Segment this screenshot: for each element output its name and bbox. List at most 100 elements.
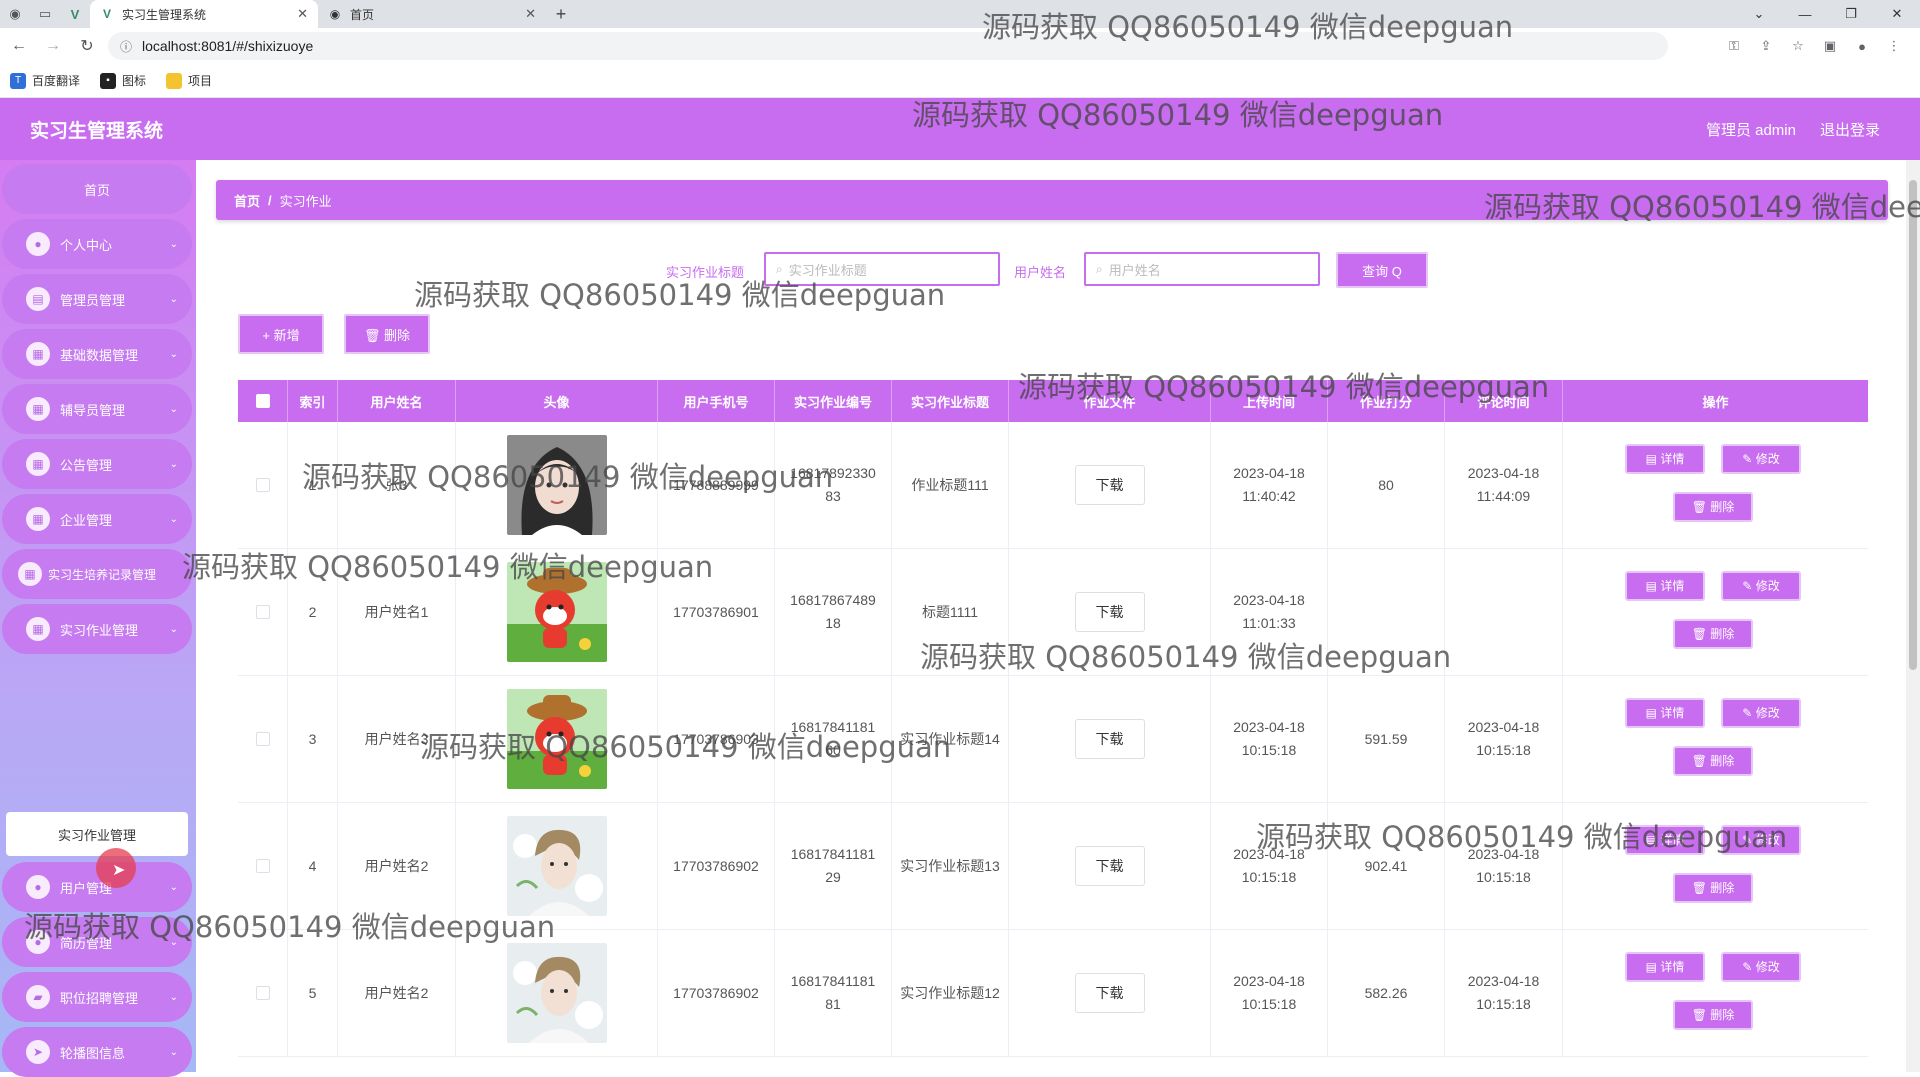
minimize-icon[interactable]: —: [1782, 0, 1828, 28]
sidebar-item-carousel[interactable]: ➤ 轮播图信息 ⌄: [2, 1027, 192, 1077]
detail-button[interactable]: ▤ 详情: [1625, 825, 1705, 855]
edit-button[interactable]: ✎ 修改: [1721, 825, 1801, 855]
send-icon: ➤: [26, 1040, 50, 1064]
doc-icon: ▤: [1645, 451, 1661, 466]
cell-upload-time: 2023-04-18 10:15:18: [1211, 803, 1328, 929]
select-all-checkbox[interactable]: [255, 394, 270, 408]
close-window-icon[interactable]: ✕: [1874, 0, 1920, 28]
cell-comment-time: [1445, 549, 1563, 675]
share-icon[interactable]: ⇪: [1750, 32, 1782, 60]
submenu-item-homework[interactable]: 实习作业管理: [6, 812, 188, 856]
col-score: 作业打分: [1328, 380, 1445, 422]
restore-icon[interactable]: ❐: [1828, 0, 1874, 28]
key-icon[interactable]: ⚿: [1718, 32, 1750, 60]
doc-icon: ▤: [1645, 705, 1661, 720]
cell-score: 591.59: [1328, 676, 1445, 802]
cell-file: 下载: [1009, 930, 1211, 1056]
chevron-down-icon: ⌄: [169, 623, 178, 635]
cell-phone: 17703786902: [658, 803, 775, 929]
back-icon[interactable]: ←: [4, 31, 34, 61]
detail-button[interactable]: ▤ 详情: [1625, 571, 1705, 601]
batch-delete-button[interactable]: 🗑 删除: [344, 314, 430, 354]
pinned-tab-doc-icon[interactable]: ▭: [30, 0, 60, 28]
edit-button[interactable]: ✎ 修改: [1721, 444, 1801, 474]
pencil-icon: ✎: [1742, 451, 1756, 466]
col-name: 用户姓名: [338, 380, 456, 422]
sidebar-item-notices[interactable]: ▦ 公告管理 ⌄: [2, 439, 192, 489]
logout-link[interactable]: 退出登录: [1820, 119, 1880, 140]
url-field[interactable]: ⓘ localhost:8081/#/shixizuoye: [108, 32, 1668, 60]
download-button[interactable]: 下载: [1074, 719, 1145, 759]
sidebar-item-home[interactable]: 首页: [2, 164, 192, 214]
name-search-label: 用户姓名: [1014, 265, 1067, 280]
sidebar-item-admins[interactable]: ▤ 管理员管理 ⌄: [2, 274, 192, 324]
add-button[interactable]: + 新增: [238, 314, 324, 354]
sidebar-item-companies[interactable]: ▦ 企业管理 ⌄: [2, 494, 192, 544]
app-title: 实习生管理系统: [30, 120, 164, 142]
query-button[interactable]: 查询 Q: [1336, 252, 1428, 288]
globe-icon: ◉: [329, 7, 341, 21]
forward-icon[interactable]: →: [38, 31, 68, 61]
sidebar-item-resumes[interactable]: ● 简历管理 ⌄: [2, 917, 192, 967]
sidebar-item-counselors[interactable]: ▦ 辅导员管理 ⌄: [2, 384, 192, 434]
app-header: 实习生管理系统 管理员 admin 退出登录: [0, 98, 1920, 160]
detail-button[interactable]: ▤ 详情: [1625, 952, 1705, 982]
url-text: localhost:8081/#/shixizuoye: [142, 38, 314, 54]
info-icon[interactable]: ⓘ: [120, 38, 132, 55]
delete-button[interactable]: 🗑 删除: [1673, 746, 1753, 776]
cell-number: 1681786748918: [775, 549, 892, 675]
row-checkbox[interactable]: [255, 478, 270, 492]
close-tab-icon[interactable]: ✕: [525, 6, 536, 22]
sidebar-item-personal[interactable]: ● 个人中心 ⌄: [2, 219, 192, 269]
new-tab-button[interactable]: +: [546, 0, 576, 28]
edit-button[interactable]: ✎ 修改: [1721, 571, 1801, 601]
cell-index: 1: [288, 422, 338, 548]
bookmark-folder[interactable]: ■ 项目: [166, 72, 212, 89]
row-checkbox[interactable]: [255, 859, 270, 873]
row-checkbox[interactable]: [255, 605, 270, 619]
sidebar-item-training-records[interactable]: ▦ 实习生培养记录管理: [2, 549, 192, 599]
download-button[interactable]: 下载: [1074, 465, 1145, 505]
name-search-input[interactable]: ⌕ 用户姓名: [1084, 252, 1320, 286]
scrollbar-thumb[interactable]: [1909, 180, 1917, 670]
bookmark-item[interactable]: ▪ 图标: [100, 72, 146, 89]
detail-button[interactable]: ▤ 详情: [1625, 444, 1705, 474]
close-tab-icon[interactable]: ✕: [297, 6, 308, 22]
tab-search-icon[interactable]: ⌄: [1736, 0, 1782, 28]
detail-button[interactable]: ▤ 详情: [1625, 698, 1705, 728]
row-checkbox[interactable]: [255, 732, 270, 746]
chevron-down-icon: ⌄: [169, 513, 178, 525]
delete-button[interactable]: 🗑 删除: [1673, 619, 1753, 649]
download-button[interactable]: 下载: [1074, 592, 1145, 632]
sidebar-item-jobs[interactable]: ▰ 职位招聘管理 ⌄: [2, 972, 192, 1022]
breadcrumb-home[interactable]: 首页: [234, 191, 260, 210]
delete-button[interactable]: 🗑 删除: [1673, 1000, 1753, 1030]
browser-tab-inactive[interactable]: ◉ 首页 ✕: [318, 0, 546, 28]
browser-tab-active[interactable]: V 实习生管理系统 ✕: [90, 0, 318, 28]
download-button[interactable]: 下载: [1074, 846, 1145, 886]
pinned-tab-globe-icon[interactable]: ◉: [0, 0, 30, 28]
pinned-tab-vue-icon[interactable]: V: [60, 0, 90, 28]
download-button[interactable]: 下载: [1074, 973, 1145, 1013]
edit-button[interactable]: ✎ 修改: [1721, 952, 1801, 982]
avatar: [506, 689, 607, 789]
delete-button[interactable]: 🗑 删除: [1673, 873, 1753, 903]
profile-icon[interactable]: ●: [1846, 32, 1878, 60]
bookmark-item[interactable]: T 百度翻译: [10, 72, 80, 89]
sidebar-item-homework[interactable]: ▦ 实习作业管理 ⌄: [2, 604, 192, 654]
title-search-input[interactable]: ⌕ 实习作业标题: [764, 252, 1000, 286]
row-checkbox[interactable]: [255, 986, 270, 1000]
delete-button[interactable]: 🗑 删除: [1673, 492, 1753, 522]
sidebar-item-basic-data[interactable]: ▦ 基础数据管理 ⌄: [2, 329, 192, 379]
vertical-scrollbar[interactable]: [1906, 160, 1920, 1072]
star-icon[interactable]: ☆: [1782, 32, 1814, 60]
cell-phone: 17703786902: [658, 930, 775, 1056]
sidepanel-icon[interactable]: ▣: [1814, 32, 1846, 60]
doc-icon: ▤: [1645, 578, 1661, 593]
edit-button[interactable]: ✎ 修改: [1721, 698, 1801, 728]
cell-file: 下载: [1009, 549, 1211, 675]
menu-dots-icon[interactable]: ⋮: [1878, 32, 1910, 60]
reload-icon[interactable]: ↻: [72, 31, 102, 61]
trash-icon: 🗑: [1691, 1007, 1711, 1022]
cell-file: 下载: [1009, 422, 1211, 548]
